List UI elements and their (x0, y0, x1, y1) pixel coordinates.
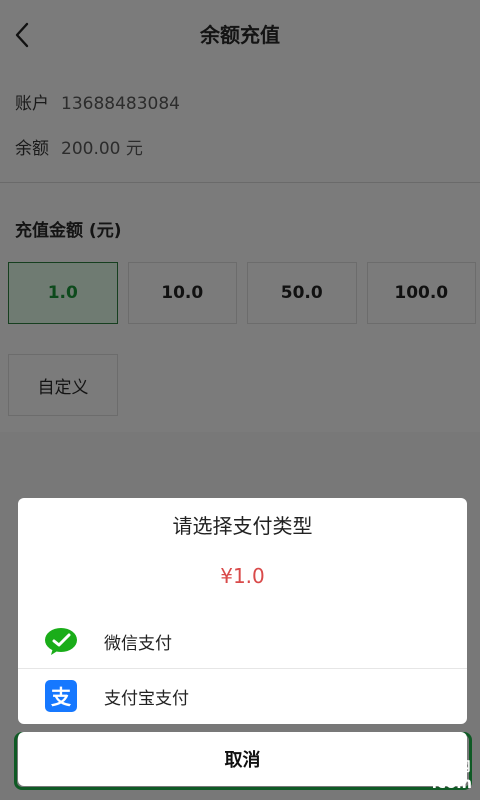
chevron-left-icon (15, 22, 29, 48)
balance-label: 余额 (15, 139, 49, 159)
payment-type-dialog: 请选择支付类型 ¥1.0 微信支付 支 支付宝支付 (18, 498, 467, 724)
watermark-com: .com (431, 774, 472, 792)
divider (0, 182, 480, 183)
account-label: 账户 (15, 94, 49, 114)
wechat-pay-label: 微信支付 (104, 633, 172, 654)
dialog-title: 请选择支付类型 (172, 514, 313, 538)
account-value: 13688483084 (61, 94, 180, 114)
amount-option-10[interactable]: 10.0 (127, 262, 237, 324)
page-title: 余额充值 (200, 23, 280, 47)
back-button[interactable] (10, 20, 34, 50)
account-row: 账户 13688483084 (15, 89, 180, 114)
wechat-pay-option[interactable]: 微信支付 (18, 614, 467, 668)
alipay-icon: 支 (44, 679, 78, 713)
watermark-cn: 手游网 (431, 760, 471, 775)
dialog-price: ¥1.0 (220, 564, 265, 588)
recharge-amount-title: 充值金额 (元) (15, 221, 122, 241)
custom-amount-button[interactable]: 自定义 (8, 354, 118, 416)
balance-value: 200.00 元 (61, 139, 143, 159)
amount-option-1[interactable]: 1.0 (8, 262, 118, 324)
alipay-option[interactable]: 支 支付宝支付 (18, 669, 467, 723)
wechat-pay-icon (44, 624, 78, 658)
alipay-label: 支付宝支付 (104, 688, 189, 709)
nav-bar: 余额充值 (0, 0, 480, 70)
svg-text:支: 支 (51, 685, 72, 709)
balance-row: 余额 200.00 元 (15, 134, 143, 159)
amount-option-50[interactable]: 50.0 (247, 262, 357, 324)
amount-option-100[interactable]: 100.0 (366, 262, 476, 324)
watermark-number: 2265 (322, 749, 430, 795)
site-watermark: 2265 手游网 .com (322, 752, 472, 792)
amount-options: 1.0 10.0 50.0 100.0 (8, 262, 476, 326)
